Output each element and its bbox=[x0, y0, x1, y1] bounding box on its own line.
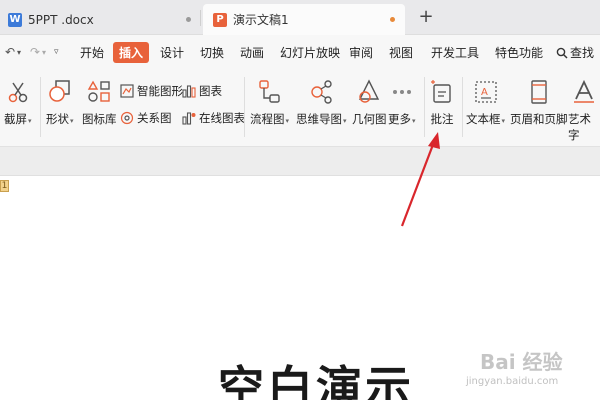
online-chart-icon bbox=[182, 112, 196, 125]
slide-number-marker: 1 bbox=[0, 180, 9, 192]
tab-modified-dot bbox=[186, 17, 191, 22]
app-window: W 5PPT .docx P 演示文稿1 + ↶ ▾ ↷ ▾ ▿ 开始 插入 设… bbox=[0, 0, 600, 400]
header-footer-button[interactable]: 页眉和页脚 bbox=[510, 79, 568, 127]
shapes-icon bbox=[49, 80, 70, 102]
ribbon-collapse-strip bbox=[0, 147, 600, 176]
redo-icon[interactable]: ↷ bbox=[30, 45, 40, 59]
shapes-button[interactable]: 形状▾ bbox=[46, 79, 74, 127]
textbox-button[interactable]: A 文本框▾ bbox=[466, 79, 505, 127]
icon-library-label: 图标库 bbox=[82, 112, 117, 126]
more-label: 更多▾ bbox=[388, 112, 416, 126]
wordart-button[interactable]: 艺术字 bbox=[568, 79, 600, 143]
menu-bar: ↶ ▾ ↷ ▾ ▿ 开始 插入 设计 切换 动画 幻灯片放映 审阅 视图 开发工… bbox=[0, 35, 600, 69]
geometry-button[interactable]: 几何图 bbox=[352, 79, 387, 127]
relationship-button[interactable]: 关系图 bbox=[120, 110, 172, 126]
mindmap-label: 思维导图▾ bbox=[296, 112, 347, 126]
comment-button[interactable]: 批注 bbox=[429, 79, 455, 127]
search-button[interactable]: 查找 bbox=[556, 44, 594, 61]
more-dots-icon bbox=[392, 90, 411, 94]
online-chart-label: 在线图表 bbox=[199, 111, 245, 125]
flowchart-button[interactable]: 流程图▾ bbox=[250, 79, 289, 127]
flowchart-label: 流程图▾ bbox=[250, 112, 290, 126]
ribbon-divider bbox=[462, 77, 463, 137]
customize-toolbar-icon[interactable]: ▿ bbox=[54, 47, 59, 57]
undo-dropdown-icon[interactable]: ▾ bbox=[17, 48, 21, 57]
smart-art-icon bbox=[120, 84, 134, 98]
wordart-icon bbox=[574, 79, 594, 103]
ribbon-insert: 截屏▾ 形状▾ 图标库 智能图形 关系图 图表 在线图表 流程图▾ 思维导图▾ … bbox=[0, 69, 600, 147]
menu-design[interactable]: 设计 bbox=[160, 44, 184, 61]
comment-icon bbox=[431, 80, 451, 103]
tab-divider bbox=[200, 10, 201, 26]
menu-view[interactable]: 视图 bbox=[389, 44, 413, 61]
chart-button[interactable]: 图表 bbox=[182, 83, 222, 99]
chart-icon bbox=[182, 85, 196, 98]
ribbon-divider bbox=[40, 77, 41, 137]
icon-library-icon bbox=[88, 80, 110, 102]
tab-presentation[interactable]: P 演示文稿1 bbox=[203, 4, 405, 35]
ppt-file-icon: P bbox=[213, 12, 227, 27]
menu-review[interactable]: 审阅 bbox=[349, 44, 373, 61]
screenshot-button[interactable]: 截屏▾ bbox=[4, 79, 32, 127]
slide-title[interactable]: 空白演示 bbox=[218, 352, 414, 400]
smart-art-label: 智能图形 bbox=[137, 84, 183, 98]
search-icon bbox=[556, 47, 568, 59]
textbox-icon: A bbox=[474, 81, 497, 103]
wordart-label: 艺术字 bbox=[568, 112, 591, 142]
watermark-brand: Bai 经验 bbox=[480, 350, 563, 374]
menu-developer[interactable]: 开发工具 bbox=[431, 44, 479, 61]
tab-docx-label: 5PPT .docx bbox=[28, 12, 94, 27]
menu-insert[interactable]: 插入 bbox=[113, 42, 150, 63]
screenshot-label: 截屏▾ bbox=[4, 112, 32, 126]
watermark: Bai 经验 jingyan.baidu.com bbox=[460, 340, 600, 400]
mindmap-icon bbox=[311, 80, 332, 104]
geometry-icon bbox=[359, 79, 380, 103]
mindmap-button[interactable]: 思维导图▾ bbox=[296, 79, 347, 127]
undo-icon[interactable]: ↶ bbox=[5, 45, 15, 59]
scissors-icon bbox=[8, 82, 27, 103]
shapes-label: 形状▾ bbox=[46, 112, 74, 126]
new-tab-button[interactable]: + bbox=[416, 6, 436, 28]
smart-art-button[interactable]: 智能图形 bbox=[120, 83, 183, 99]
icon-library-button[interactable]: 图标库 bbox=[82, 79, 117, 127]
menu-special-features[interactable]: 特色功能 bbox=[495, 44, 543, 61]
tab-bar: W 5PPT .docx P 演示文稿1 + bbox=[0, 0, 600, 35]
menu-home[interactable]: 开始 bbox=[80, 44, 104, 61]
textbox-label: 文本框▾ bbox=[466, 112, 506, 126]
svg-text:A: A bbox=[481, 87, 488, 98]
watermark-url: jingyan.baidu.com bbox=[466, 376, 559, 387]
more-button[interactable]: 更多▾ bbox=[388, 79, 416, 127]
ribbon-divider bbox=[424, 77, 425, 137]
search-label: 查找 bbox=[570, 46, 595, 60]
redo-dropdown-icon[interactable]: ▾ bbox=[42, 48, 46, 57]
geometry-label: 几何图 bbox=[352, 112, 387, 126]
online-chart-button[interactable]: 在线图表 bbox=[182, 110, 245, 126]
relationship-icon bbox=[120, 111, 134, 125]
header-footer-icon bbox=[531, 80, 547, 104]
menu-transitions[interactable]: 切换 bbox=[200, 44, 224, 61]
ribbon-divider bbox=[244, 77, 245, 137]
comment-label: 批注 bbox=[430, 112, 454, 126]
chart-label: 图表 bbox=[199, 84, 222, 98]
flowchart-icon bbox=[258, 80, 280, 103]
tab-unsaved-dot bbox=[390, 17, 395, 22]
relationship-label: 关系图 bbox=[137, 111, 172, 125]
menu-slideshow[interactable]: 幻灯片放映 bbox=[280, 44, 340, 61]
word-file-icon: W bbox=[8, 12, 22, 27]
header-footer-label: 页眉和页脚 bbox=[510, 112, 568, 126]
menu-animations[interactable]: 动画 bbox=[240, 44, 264, 61]
tab-docx[interactable]: W 5PPT .docx bbox=[0, 4, 200, 35]
tab-presentation-label: 演示文稿1 bbox=[233, 13, 289, 27]
